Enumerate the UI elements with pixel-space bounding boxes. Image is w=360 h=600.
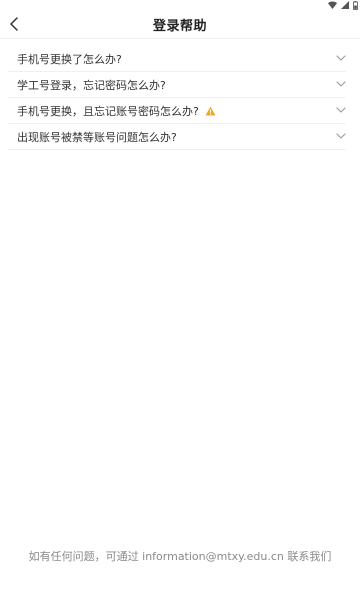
footer-suffix: 联系我们: [287, 550, 332, 563]
chevron-down-icon: [336, 133, 346, 139]
chevron-down-icon: [336, 107, 346, 113]
header: 登录帮助: [0, 12, 360, 39]
chevron-down-icon: [336, 81, 346, 87]
chevron-down-icon: [336, 55, 346, 61]
faq-question: 出现账号被禁等账号问题怎么办?: [17, 130, 177, 144]
wifi-icon: [328, 1, 337, 9]
faq-item-phone-changed-forgot-account[interactable]: 手机号更换，且忘记账号密码怎么办?: [8, 98, 346, 124]
signal-icon: [341, 1, 349, 9]
login-help-screen: 登录帮助 手机号更换了怎么办? 学工号登录，忘记密码怎么办? 手机号更换，且忘记…: [0, 0, 360, 600]
footer-prefix: 如有任何问题，可通过: [28, 550, 139, 563]
battery-icon: [353, 0, 358, 10]
faq-list: 手机号更换了怎么办? 学工号登录，忘记密码怎么办? 手机号更换，且忘记账号密码怎…: [8, 46, 346, 150]
faq-item-forgot-password[interactable]: 学工号登录，忘记密码怎么办?: [8, 72, 346, 98]
page-title: 登录帮助: [152, 19, 207, 34]
faq-item-account-banned[interactable]: 出现账号被禁等账号问题怎么办?: [8, 124, 346, 150]
footer-contact: 如有任何问题，可通过 information@mtxy.edu.cn 联系我们: [0, 548, 360, 564]
faq-item-phone-changed[interactable]: 手机号更换了怎么办?: [8, 46, 346, 72]
contact-email-link[interactable]: information@mtxy.edu.cn: [142, 550, 284, 563]
faq-question: 手机号更换，且忘记账号密码怎么办?: [17, 104, 199, 118]
status-bar: [0, 0, 360, 12]
faq-question: 手机号更换了怎么办?: [17, 52, 122, 66]
warning-triangle-icon: [205, 106, 216, 115]
status-icons: [328, 0, 358, 10]
faq-question: 学工号登录，忘记密码怎么办?: [17, 78, 166, 92]
